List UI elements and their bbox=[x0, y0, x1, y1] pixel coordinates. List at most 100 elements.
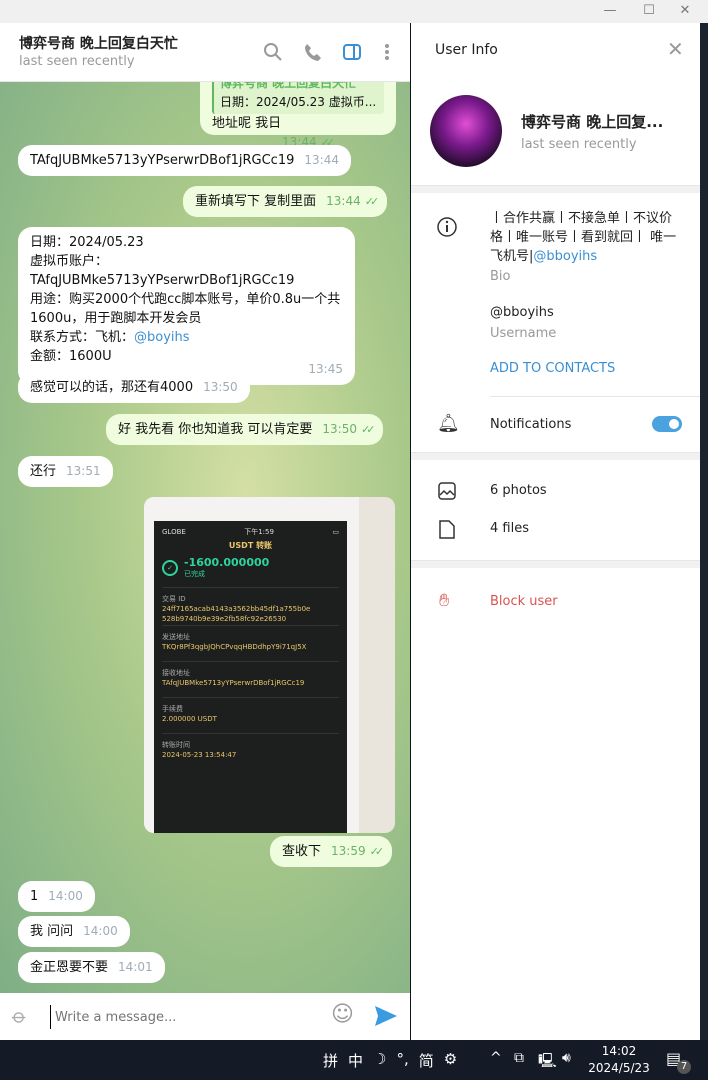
user-status: last seen recently bbox=[521, 137, 637, 152]
photo-text: 交易 ID bbox=[162, 595, 186, 603]
add-to-contacts-button[interactable]: ADD TO CONTACTS bbox=[490, 361, 615, 376]
phone-icon[interactable] bbox=[302, 41, 324, 63]
photo-text: 24ff7165acab4143a3562bb45df1a755b0e 528b… bbox=[162, 605, 311, 623]
ime-halfwidth-icon[interactable]: ☽ bbox=[373, 1050, 386, 1071]
message-time: 13:50 bbox=[203, 380, 238, 394]
message-bubble[interactable]: 我 问问 14:00 bbox=[18, 916, 130, 947]
message-bubble[interactable]: 查收下 13:59 ✓✓ bbox=[270, 836, 393, 867]
network-icon[interactable]: 🖳︎ bbox=[538, 1050, 557, 1074]
message-text: 还行 bbox=[30, 464, 57, 479]
block-user-button[interactable]: Block user bbox=[490, 594, 558, 609]
reply-quote-text[interactable]: 日期：2024/05.23 虚拟币... bbox=[220, 93, 378, 112]
message-time: 14:01 bbox=[118, 960, 153, 974]
photo-message[interactable]: GLOBE 下午1:59 ▭ USDT 转账 ✓ -1600.000000 已完成 交易… bbox=[144, 497, 395, 833]
photo-text: 转账时间 bbox=[162, 741, 190, 749]
photo-text: USDT 转账 bbox=[228, 541, 273, 550]
notifications-toggle[interactable] bbox=[652, 416, 682, 432]
clock[interactable]: 14:02 2024/5/23 bbox=[588, 1043, 650, 1077]
message-bubble[interactable]: 好 我先看 你也知道我 可以肯定要 13:50 ✓✓ bbox=[106, 414, 384, 445]
clock-date: 2024/5/23 bbox=[588, 1061, 650, 1075]
chat-header: 博弈号商 晚上回复白天忙 last seen recently bbox=[0, 23, 410, 82]
message-composer: ⌀ ☺ bbox=[0, 993, 410, 1040]
notifications-label: Notifications bbox=[490, 417, 572, 432]
message-line: TAfqJUBMke5713yYPserwrDBof1jRGCc19 bbox=[30, 273, 295, 288]
send-icon[interactable] bbox=[374, 1005, 398, 1027]
panel-title: User Info bbox=[435, 42, 498, 58]
message-bubble[interactable]: 还行 13:51 bbox=[18, 456, 113, 487]
double-check-icon: ✓✓ bbox=[364, 195, 380, 208]
desktop-background bbox=[700, 23, 708, 1040]
more-vertical-icon[interactable] bbox=[376, 41, 398, 63]
message-bubble[interactable]: 金正恩要不要 14:01 bbox=[18, 952, 165, 983]
message-time: 14:00 bbox=[48, 889, 83, 903]
message-bubble[interactable]: 日期：2024/05.23 虚拟币账户： TAfqJUBMke5713yYPse… bbox=[18, 227, 355, 385]
message-text: 感觉可以的话，那还有4000 bbox=[30, 380, 194, 395]
message-line: 用途：购买2000个代跑cc脚本账号，单价0.8u一个共 bbox=[30, 292, 341, 307]
message-line: 虚拟币账户： bbox=[30, 254, 109, 269]
close-icon[interactable]: ✕ bbox=[667, 37, 684, 61]
double-check-icon: ✓✓ bbox=[361, 423, 376, 436]
photo-text: 手续费 bbox=[162, 705, 183, 713]
message-text: TAfqJUBMke5713yYPserwrDBof1jRGCc19 bbox=[30, 153, 295, 168]
avatar[interactable] bbox=[430, 95, 502, 167]
message-time: 13:59 bbox=[331, 844, 366, 858]
bio-label: Bio bbox=[490, 269, 511, 284]
chat-title[interactable]: 博弈号商 晚上回复白天忙 bbox=[19, 33, 178, 53]
message-input[interactable] bbox=[50, 1005, 320, 1029]
message-time: 13:45 bbox=[308, 362, 343, 376]
search-icon[interactable] bbox=[262, 41, 284, 63]
file-icon bbox=[439, 520, 455, 539]
message-text: 地址呢 我日 bbox=[212, 116, 282, 131]
username-value[interactable]: @bboyihs bbox=[490, 305, 554, 320]
double-check-icon: ✓✓ bbox=[369, 845, 385, 858]
ime-settings-icon[interactable]: ⚙ bbox=[444, 1050, 457, 1071]
sidebar-toggle-icon[interactable] bbox=[341, 41, 363, 63]
chevron-up-icon[interactable]: ^ bbox=[490, 1050, 502, 1066]
photo-text: 发送地址 bbox=[162, 633, 190, 641]
message-text: 我 问问 bbox=[30, 924, 74, 939]
ime-chinese-icon[interactable]: 中 bbox=[348, 1050, 363, 1071]
message-text: 好 我先看 你也知道我 可以肯定要 bbox=[118, 422, 313, 437]
task-view-icon[interactable]: ⧉ bbox=[514, 1050, 524, 1066]
ime-punctuation-icon[interactable]: °, bbox=[396, 1050, 408, 1071]
ime-pinyin-icon[interactable]: 拼 bbox=[323, 1050, 338, 1071]
message-text: 金正恩要不要 bbox=[30, 960, 109, 975]
volume-icon[interactable]: 🔊︎ bbox=[562, 1050, 571, 1066]
clock-time: 14:02 bbox=[601, 1044, 637, 1058]
minimize-button[interactable]: — bbox=[595, 2, 625, 20]
user-info-panel: User Info ✕ 博弈号商 晚上回复... last seen recen… bbox=[411, 23, 700, 1040]
window-titlebar: — ☐ ✕ bbox=[0, 0, 708, 23]
message-bubble[interactable]: 重新填写下 复制里面 13:44 ✓✓ bbox=[183, 186, 388, 217]
message-text: 1 bbox=[30, 889, 39, 904]
message-bubble[interactable]: 博弈号商 晚上回复白天忙 日期：2024/05.23 虚拟币... 地址呢 我日… bbox=[200, 82, 396, 149]
chat-status: last seen recently bbox=[19, 54, 135, 69]
message-line: 联系方式：飞机： bbox=[30, 330, 135, 345]
message-text: 查收下 bbox=[282, 844, 322, 859]
files-link[interactable]: 4 files bbox=[490, 521, 529, 536]
message-time: 13:44 bbox=[304, 153, 339, 167]
photo-phone-screen: GLOBE 下午1:59 ▭ USDT 转账 ✓ -1600.000000 已完成 交易… bbox=[154, 521, 347, 833]
username-label: Username bbox=[490, 326, 557, 341]
ime-simplified-icon[interactable]: 简 bbox=[419, 1050, 434, 1071]
photo-text: TKQr8Pf3qgbJQhCPvqqHBDdhpY9i71qJ5X bbox=[162, 643, 307, 651]
photo-text: TAfqJUBMke5713yYPserwrDBof1jRGCc19 bbox=[162, 679, 305, 687]
taskbar: 拼 中 ☽ °, 简 ⚙ ^ ⧉ 🖳︎ 🔊︎ 14:02 2024/5/23 ▤ … bbox=[0, 1040, 708, 1080]
maximize-button[interactable]: ☐ bbox=[634, 2, 664, 20]
message-bubble[interactable]: 感觉可以的话，那还有4000 13:50 bbox=[18, 372, 250, 403]
message-bubble[interactable]: TAfqJUBMke5713yYPserwrDBof1jRGCc19 13:44 bbox=[18, 145, 351, 176]
close-window-button[interactable]: ✕ bbox=[670, 2, 700, 20]
message-text: 重新填写下 复制里面 bbox=[195, 194, 317, 209]
bio-link[interactable]: @bboyihs bbox=[533, 249, 597, 264]
info-icon bbox=[437, 217, 457, 237]
message-line: 日期：2024/05.23 bbox=[30, 235, 144, 250]
paperclip-icon[interactable]: ⌀ bbox=[7, 1003, 32, 1028]
photo-text: 2.000000 USDT bbox=[162, 715, 217, 723]
photo-text: GLOBE bbox=[162, 528, 186, 536]
hand-stop-icon: ✋︎ bbox=[439, 590, 450, 611]
photos-link[interactable]: 6 photos bbox=[490, 483, 547, 498]
photos-icon bbox=[438, 482, 456, 500]
username-link[interactable]: @boyihs bbox=[134, 330, 190, 345]
photo-text: 已完成 bbox=[184, 570, 205, 578]
message-bubble[interactable]: 1 14:00 bbox=[18, 881, 95, 912]
emoji-icon[interactable]: ☺ bbox=[331, 1002, 354, 1027]
